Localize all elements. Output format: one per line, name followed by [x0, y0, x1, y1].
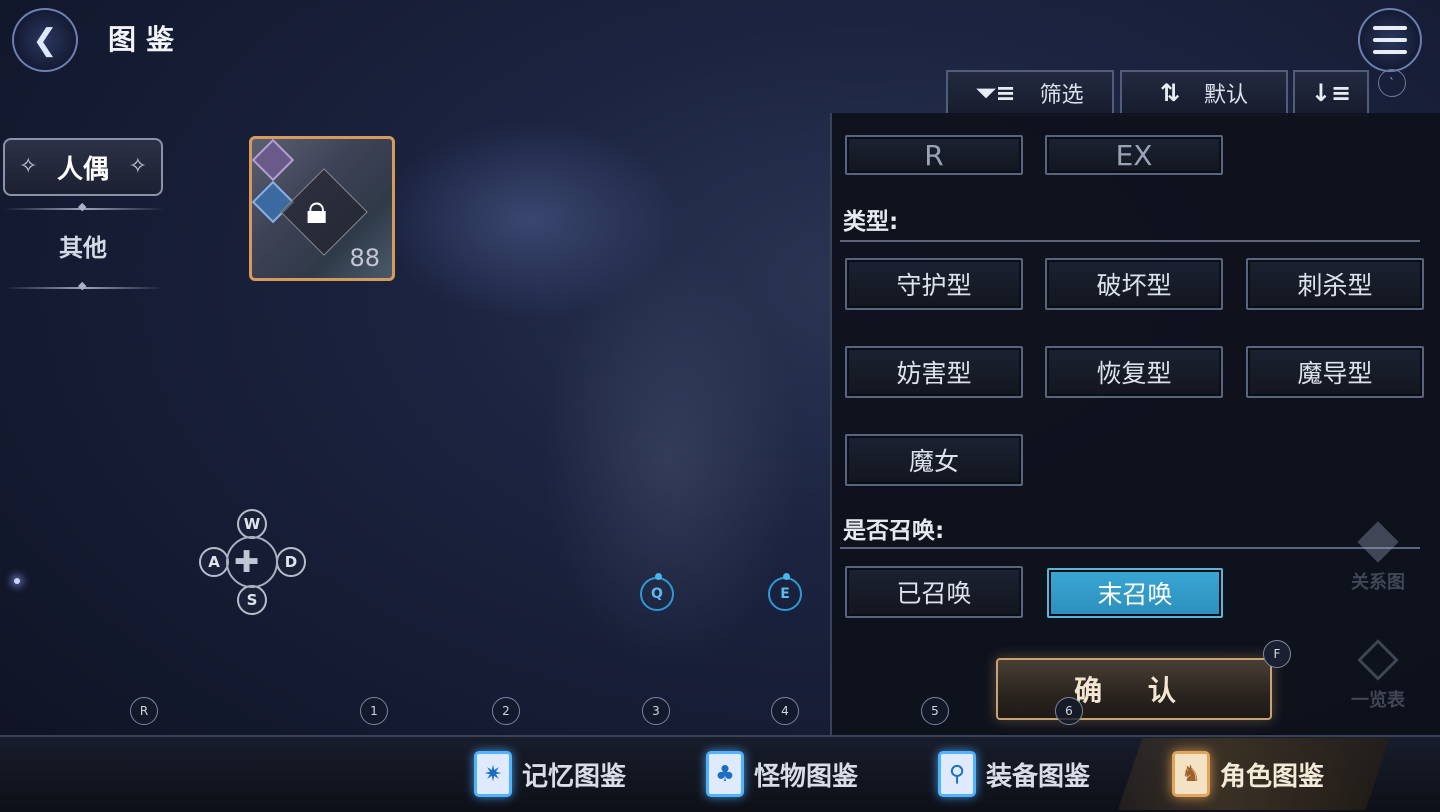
- key-w: W: [237, 509, 267, 539]
- back-button[interactable]: ❮: [12, 8, 78, 72]
- type-assassin-button[interactable]: 刺杀型: [1246, 258, 1424, 310]
- background-glow: [540, 250, 800, 670]
- sort-order-icon: ↓≡: [1310, 79, 1352, 107]
- filter-icon: ⏷≡: [976, 79, 1016, 107]
- rarity-r-button[interactable]: R: [845, 135, 1023, 175]
- filter-label: 筛选: [1039, 83, 1084, 108]
- tab-monster[interactable]: ♣ 怪物图鉴: [706, 748, 858, 800]
- divider: [840, 547, 1420, 549]
- key-f: F: [1263, 640, 1291, 668]
- tab-label: 记忆图鉴: [522, 761, 627, 792]
- sort-icon: ⇅: [1159, 79, 1181, 107]
- sort-label: 默认: [1204, 83, 1249, 108]
- type-heading: 类型:: [843, 209, 899, 235]
- key-s: S: [237, 585, 267, 615]
- filter-button[interactable]: ⏷≡ 筛选: [946, 70, 1114, 116]
- relation-map-shortcut[interactable]: ◆ 关系图: [1338, 508, 1418, 594]
- overview-icon: ◇: [1357, 624, 1399, 687]
- hamburger-icon: [1373, 22, 1407, 58]
- star-ornament-icon: ✧: [19, 154, 38, 179]
- rarity-ex-button[interactable]: EX: [1045, 135, 1223, 175]
- star-ornament-icon: ✧: [128, 154, 147, 179]
- divider: [4, 200, 164, 213]
- monster-icon: ♣: [706, 751, 744, 797]
- rarity-gem-icon: [252, 139, 295, 182]
- divider: [4, 279, 164, 292]
- sort-button[interactable]: ⇅ 默认: [1120, 70, 1288, 116]
- overview-shortcut[interactable]: ◇ 一览表: [1338, 626, 1418, 712]
- key-4: 4: [771, 697, 799, 725]
- tab-label: 角色图鉴: [1220, 761, 1325, 792]
- sort-order-button[interactable]: ↓≡: [1293, 70, 1369, 116]
- key-r: R: [130, 697, 158, 725]
- summoned-button[interactable]: 已召唤: [845, 566, 1023, 618]
- key-e: E: [768, 573, 802, 611]
- character-card[interactable]: 🔒︎ 88: [249, 136, 395, 281]
- tab-label: 怪物图鉴: [754, 761, 859, 792]
- relation-map-label: 关系图: [1351, 572, 1405, 593]
- card-level: 88: [349, 244, 380, 272]
- type-guardian-button[interactable]: 守护型: [845, 258, 1023, 310]
- key-1: 1: [360, 697, 388, 725]
- category-tab-other[interactable]: 其他: [0, 228, 166, 263]
- confirm-button[interactable]: 确 认: [996, 658, 1272, 720]
- key-q: Q: [640, 573, 674, 611]
- type-destroyer-button[interactable]: 破坏型: [1045, 258, 1223, 310]
- type-healer-button[interactable]: 恢复型: [1045, 346, 1223, 398]
- type-witch-button[interactable]: 魔女: [845, 434, 1023, 486]
- dpad-icon: ✚: [234, 545, 260, 580]
- key-d: D: [276, 547, 306, 577]
- memory-icon: ✷: [474, 751, 512, 797]
- category-tab-dolls[interactable]: ✧ 人偶 ✧: [3, 138, 163, 196]
- back-arrow-icon: ❮: [32, 22, 58, 58]
- relation-map-icon: ◆: [1357, 506, 1399, 569]
- tab-memory[interactable]: ✷ 记忆图鉴: [474, 748, 626, 800]
- lock-icon: 🔒︎: [306, 187, 328, 233]
- summon-heading: 是否召唤:: [843, 518, 945, 544]
- type-mage-button[interactable]: 魔导型: [1246, 346, 1424, 398]
- tab-label: 装备图鉴: [986, 761, 1091, 792]
- key-a: A: [199, 547, 229, 577]
- tab-character[interactable]: ♞ 角色图鉴: [1172, 748, 1324, 800]
- character-icon: ♞: [1172, 751, 1210, 797]
- menu-button[interactable]: [1358, 8, 1422, 72]
- key-2: 2: [492, 697, 520, 725]
- overview-label: 一览表: [1351, 690, 1405, 711]
- key-6: 6: [1055, 697, 1083, 725]
- key-5: 5: [921, 697, 949, 725]
- equipment-icon: ⚲: [938, 751, 976, 797]
- page-title: 图鉴: [108, 23, 185, 56]
- divider: [840, 240, 1420, 242]
- tab-equipment[interactable]: ⚲ 装备图鉴: [938, 748, 1090, 800]
- sparkle: [14, 578, 20, 584]
- key-3: 3: [642, 697, 670, 725]
- type-disruptor-button[interactable]: 妨害型: [845, 346, 1023, 398]
- not-summoned-button[interactable]: 末召唤: [1047, 568, 1223, 618]
- tilde-key-hint: `: [1378, 69, 1406, 97]
- category-label: 人偶: [56, 154, 109, 185]
